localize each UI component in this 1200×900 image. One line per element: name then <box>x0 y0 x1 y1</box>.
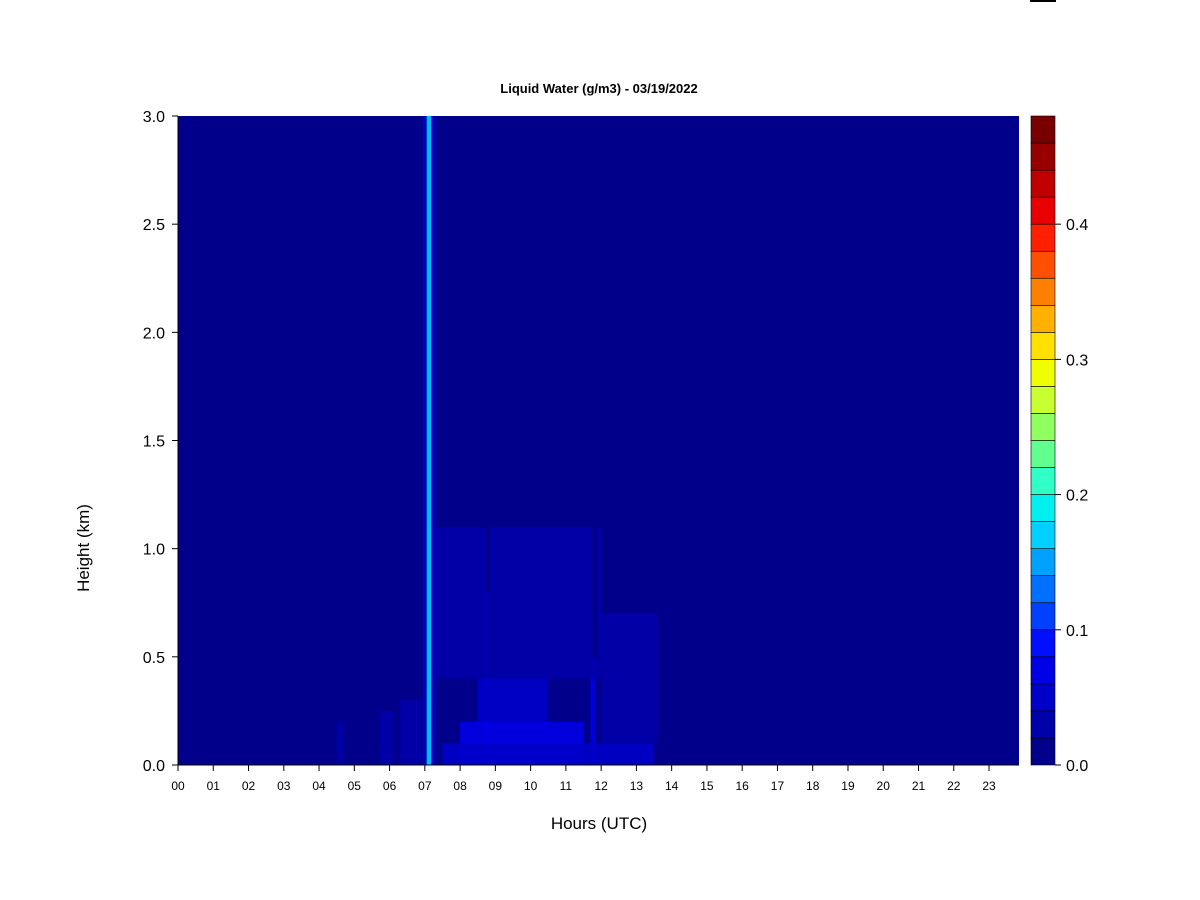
colorbar-band <box>1030 169 1056 198</box>
x-tick-label: 22 <box>947 779 961 793</box>
x-tick-label: 15 <box>700 779 714 793</box>
colorbar-band <box>1030 413 1056 441</box>
x-tick-label: 02 <box>242 779 256 793</box>
colorbar-band <box>1030 277 1056 306</box>
colorbar-band <box>1030 250 1056 279</box>
heatmap-cell <box>435 527 602 679</box>
x-tick-label: 12 <box>594 779 608 793</box>
y-tick-label: 1.5 <box>143 434 165 451</box>
x-tick-label: 14 <box>665 779 679 793</box>
colorbar-band <box>1030 629 1056 658</box>
x-tick-label: 19 <box>841 779 855 793</box>
colorbar-band <box>1030 575 1056 604</box>
x-tick-label: 03 <box>277 779 291 793</box>
y-tick-label: 2.5 <box>143 217 165 234</box>
x-tick-label: 06 <box>383 779 397 793</box>
colorbar-band <box>1030 710 1056 739</box>
x-tick-label: 23 <box>982 779 996 793</box>
x-axis-label: Hours (UTC) <box>551 814 647 833</box>
y-tick-label: 0.0 <box>143 758 165 775</box>
heatmap-cell <box>431 116 436 765</box>
x-tick-label: 04 <box>312 779 326 793</box>
colorbar-band <box>1030 494 1056 522</box>
heatmap-cell <box>632 116 637 614</box>
plot-area <box>178 116 1019 765</box>
colorbar-band <box>1030 359 1056 387</box>
heatmap-cell <box>484 116 491 592</box>
heatmap-cell <box>601 613 658 744</box>
x-tick-label: 08 <box>453 779 467 793</box>
x-tick-label: 20 <box>877 779 891 793</box>
x-tick-label: 10 <box>524 779 538 793</box>
colorbar-tick-label: 0.3 <box>1066 352 1088 369</box>
heatmap-cell <box>400 700 422 765</box>
colorbar-tick-label: 0.1 <box>1066 623 1088 640</box>
y-tick-label: 2.0 <box>143 325 165 342</box>
x-tick-label: 00 <box>171 779 185 793</box>
colorbar-tick-label: 0.4 <box>1066 217 1088 234</box>
colorbar-tick-label: 0.0 <box>1066 758 1088 775</box>
x-tick-label: 13 <box>630 779 644 793</box>
heatmap-cell <box>442 743 655 765</box>
colorbar-band <box>1030 332 1056 360</box>
heatmap-cell <box>378 710 394 765</box>
heatmap-cell <box>989 116 1007 765</box>
heatmap-cell <box>423 116 427 765</box>
colorbar-band <box>1030 602 1056 631</box>
colorbar-tick-label: 0.2 <box>1066 488 1088 505</box>
x-tick-label: 21 <box>912 779 926 793</box>
liquid-water-heatmap-figure: Liquid Water (g/m3) - 03/19/2022 0.0 0.5 1… <box>0 0 1200 900</box>
heatmap-cell <box>477 678 549 722</box>
x-tick-label: 17 <box>771 779 785 793</box>
colorbar-band <box>1030 467 1056 495</box>
heatmap-cell <box>426 116 432 765</box>
colorbar-band <box>1030 521 1056 549</box>
x-tick-label: 09 <box>489 779 503 793</box>
colorbar-band <box>1030 142 1056 171</box>
colorbar-band <box>1030 115 1056 144</box>
heatmap-cell <box>592 116 598 657</box>
x-tick-label: 16 <box>736 779 750 793</box>
y-tick-label: 0.5 <box>143 650 165 667</box>
colorbar-band <box>1030 683 1056 712</box>
colorbar-bands <box>1030 115 1056 766</box>
x-tick-label: 01 <box>207 779 221 793</box>
x-tick-label: 18 <box>806 779 820 793</box>
x-tick-label: 05 <box>348 779 362 793</box>
colorbar-band <box>1030 737 1056 766</box>
colorbar-band <box>1030 440 1056 468</box>
colorbar-band <box>1030 386 1056 414</box>
heatmap-cell <box>445 116 468 528</box>
colorbar-band <box>1030 196 1056 225</box>
colorbar-band <box>1030 223 1056 252</box>
colorbar-band <box>1030 548 1056 577</box>
x-tick-label: 11 <box>560 779 573 793</box>
colorbar-band <box>1030 656 1056 685</box>
chart-title: Liquid Water (g/m3) - 03/19/2022 <box>500 81 697 96</box>
y-axis-label: Height (km) <box>74 504 93 592</box>
top-edge-mark <box>1030 0 1056 2</box>
colorbar-band <box>1030 304 1056 333</box>
y-tick-label: 1.0 <box>143 542 165 559</box>
heatmap-cell <box>336 721 344 765</box>
x-tick-label: 07 <box>418 779 432 793</box>
y-tick-label: 3.0 <box>143 109 165 126</box>
